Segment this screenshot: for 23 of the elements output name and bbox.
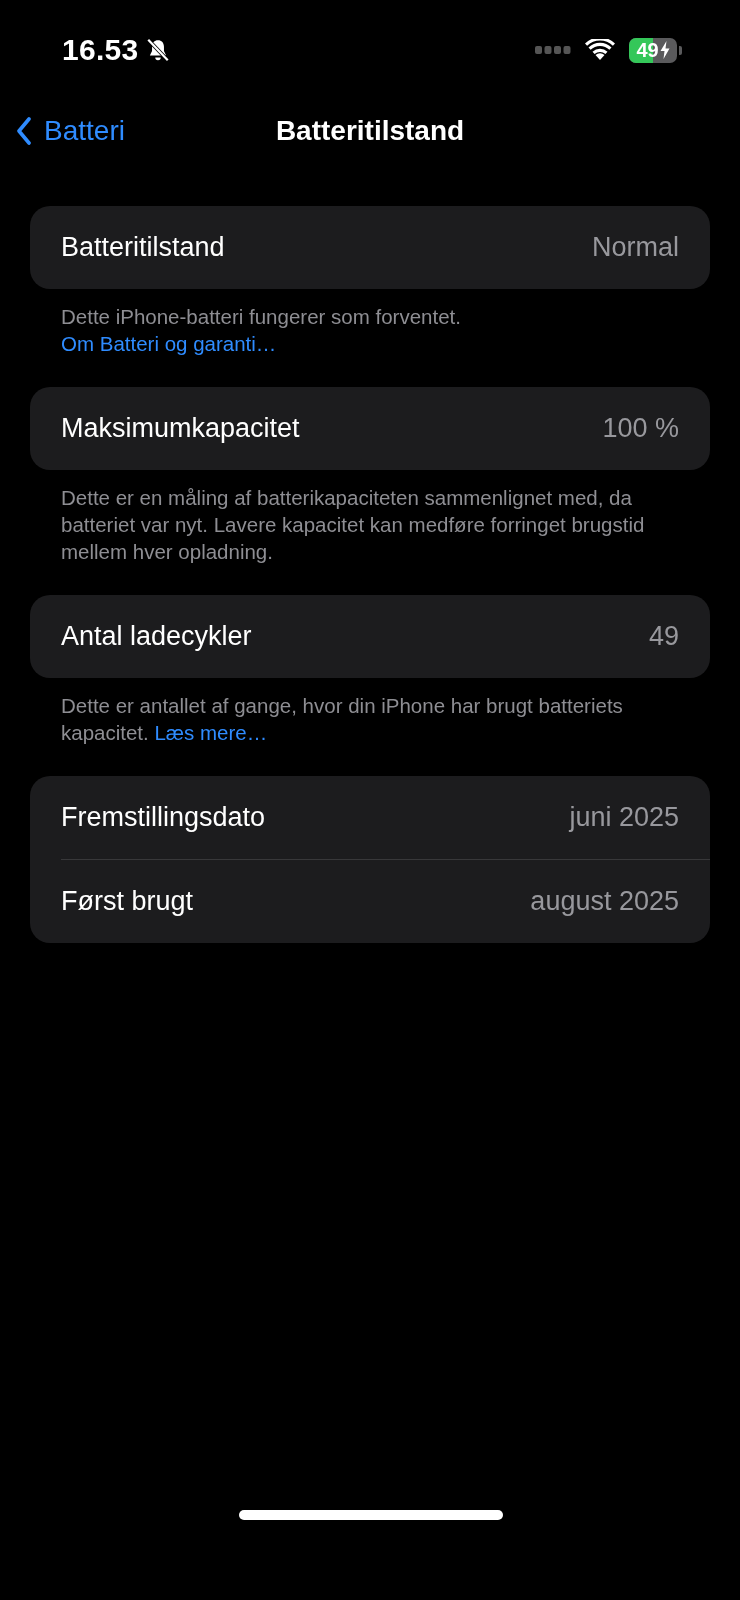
signal-icon — [535, 46, 571, 54]
footer-text: Dette er antallet af gange, hvor din iPhone har brugt batteriets kapacitet. Læs mere… — [61, 693, 624, 746]
battery-percentage: 49 — [636, 40, 659, 60]
status-time: 16.53 — [62, 33, 139, 67]
footer-text: Dette er en måling af batterikapaciteten sammenlignet med, da batteriet var nyt. Lavere kapacitet kan medføre forringet brugstid mellem hver opladning. — [61, 485, 646, 565]
row-value: Normal — [592, 232, 679, 263]
row-value: 49 — [648, 621, 679, 652]
row-value: 100 % — [602, 413, 679, 444]
row-label: Fremstillingsdato — [61, 802, 266, 833]
footer-link[interactable]: Om Batteri og garanti… — [61, 332, 277, 355]
wifi-icon — [585, 39, 615, 61]
chevron-left-icon — [16, 117, 32, 145]
row-label: Først brugt — [61, 886, 194, 917]
row-label: Maksimumkapacitet — [61, 413, 300, 444]
nav-title: Batteritilstand — [275, 115, 465, 147]
footer-text: Dette iPhone-batteri fungerer som forventet. Om Batteri og garanti… — [61, 304, 462, 357]
row-value: juni 2025 — [569, 802, 679, 833]
back-button[interactable]: Batteri — [16, 115, 125, 147]
row-label: Batteritilstand — [61, 232, 225, 263]
row-value: august 2025 — [530, 886, 679, 917]
footer-link[interactable]: Læs mere… — [154, 721, 268, 744]
row-label: Antal ladecykler — [61, 621, 252, 652]
battery-cap — [679, 45, 682, 55]
